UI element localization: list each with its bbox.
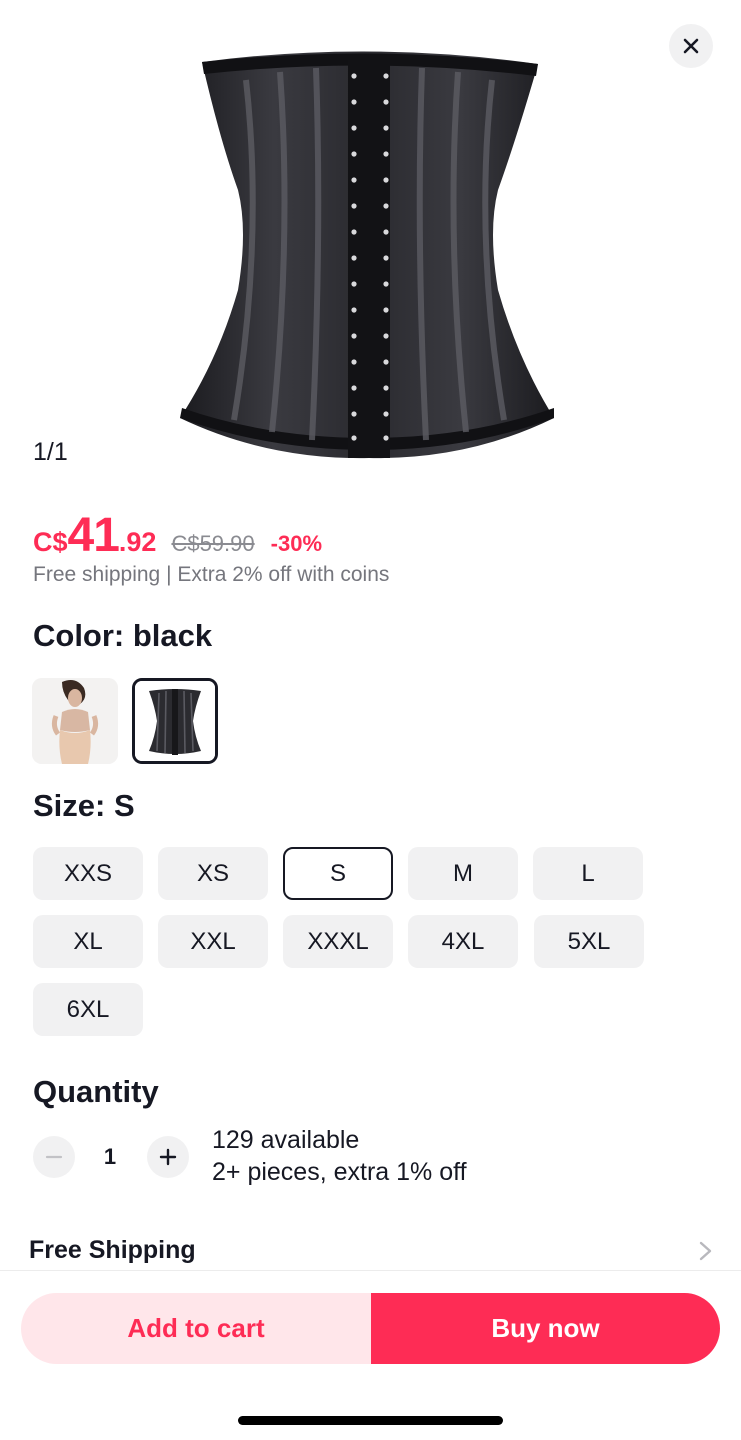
shipping-row[interactable]: Free Shipping (0, 1226, 741, 1272)
size-option-6xl[interactable]: 6XL (33, 983, 143, 1036)
plus-icon (159, 1148, 177, 1166)
quantity-decrease-button[interactable] (33, 1136, 75, 1178)
stock-available: 129 available (212, 1126, 360, 1154)
shipping-note: Free shipping | Extra 2% off with coins (33, 563, 390, 586)
size-option-m[interactable]: M (408, 847, 518, 900)
close-icon (683, 38, 699, 54)
divider (0, 1270, 741, 1271)
bulk-discount-note: 2+ pieces, extra 1% off (212, 1158, 467, 1186)
size-option-xxl[interactable]: XXL (158, 915, 268, 968)
buy-now-button[interactable]: Buy now (371, 1293, 720, 1364)
chevron-right-icon (699, 1241, 712, 1261)
size-option-s[interactable]: S (283, 847, 393, 900)
price-decimal: .92 (118, 527, 157, 557)
corset-image (180, 51, 554, 459)
size-option-4xl[interactable]: 4XL (408, 915, 518, 968)
color-swatch-black[interactable] (132, 678, 218, 764)
home-indicator (238, 1416, 503, 1425)
quantity-title: Quantity (33, 1074, 159, 1109)
size-title: Size: S (33, 788, 135, 823)
color-swatch-nude[interactable] (32, 678, 118, 764)
close-button[interactable] (669, 24, 713, 68)
black-corset-thumbnail-icon (135, 681, 215, 761)
product-image[interactable] (168, 40, 570, 464)
size-option-xxxl[interactable]: XXXL (283, 915, 393, 968)
shipping-label: Free Shipping (29, 1236, 196, 1264)
size-option-xxs[interactable]: XXS (33, 847, 143, 900)
minus-icon (45, 1155, 63, 1159)
color-title: Color: black (33, 618, 213, 653)
original-price: C$59.90 (171, 531, 255, 556)
size-option-xs[interactable]: XS (158, 847, 268, 900)
size-option-xl[interactable]: XL (33, 915, 143, 968)
price-integer: 41 (67, 509, 120, 562)
add-to-cart-button[interactable]: Add to cart (21, 1293, 371, 1364)
size-option-5xl[interactable]: 5XL (534, 915, 644, 968)
quantity-increase-button[interactable] (147, 1136, 189, 1178)
discount-badge: -30% (270, 531, 322, 556)
size-option-l[interactable]: L (533, 847, 643, 900)
model-photo-thumbnail-icon (32, 678, 118, 764)
price-row: C$ 41 .92 C$59.90 -30% (33, 508, 322, 562)
quantity-value[interactable]: 1 (90, 1144, 130, 1170)
price-currency: C$ (33, 527, 68, 557)
product-options-sheet: 1/1 C$ 41 .92 C$59.90 -30% Free shipping… (0, 0, 741, 1440)
image-counter: 1/1 (33, 438, 68, 466)
